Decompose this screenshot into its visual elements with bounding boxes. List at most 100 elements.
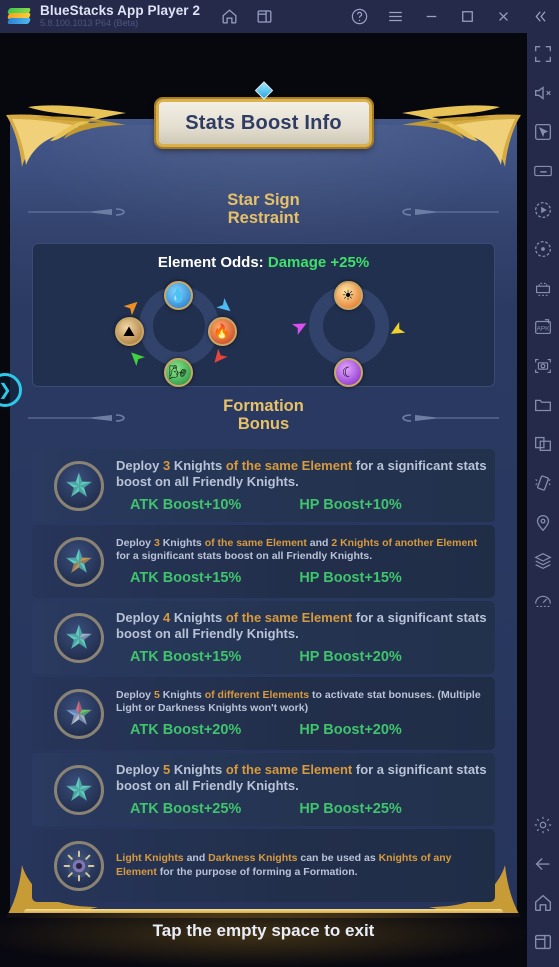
mute-icon[interactable] <box>532 82 554 104</box>
performance-icon[interactable] <box>532 589 554 611</box>
multi-window-icon[interactable] <box>255 7 274 26</box>
formation-row-body: Deploy 3 Knights of the same Element for… <box>116 458 495 514</box>
dialog-footer: Tap the empty space to exit <box>0 913 527 967</box>
formation-row-body: Deploy 5 Knights of different Elements t… <box>116 689 495 738</box>
wheel-arrow-icon: ➤ <box>119 294 144 319</box>
star-glyph <box>61 848 97 884</box>
star-glyph <box>61 468 97 504</box>
star-glyph <box>61 544 97 580</box>
formation-boosts: ATK Boost+10% HP Boost+10% <box>116 497 487 513</box>
formation-description: Deploy 3 Knights of the same Element for… <box>116 457 487 489</box>
hp-boost-value: HP Boost+15% <box>299 570 402 587</box>
earth-icon: ⛰ <box>114 317 144 346</box>
hp-boost-value: HP Boost+25% <box>299 801 402 818</box>
atk-boost-value: ATK Boost+15% <box>130 649 242 666</box>
close-icon[interactable] <box>494 7 513 26</box>
hp-boost-value: HP Boost+10% <box>299 497 402 514</box>
home-icon[interactable] <box>532 892 554 914</box>
formation-boosts: ATK Boost+15% HP Boost+20% <box>116 649 487 665</box>
atk-boost-value: ATK Boost+20% <box>130 722 242 739</box>
sidebar-toolbar: APK <box>527 33 559 967</box>
macro-record-icon[interactable] <box>532 199 554 221</box>
formation-row[interactable]: Deploy 4 Knights of the same Element for… <box>32 601 495 674</box>
section-formation: Formation Bonus <box>10 395 517 434</box>
formation-description: Deploy 5 Knights of the same Element for… <box>116 761 487 793</box>
home-icon[interactable] <box>220 7 239 26</box>
formation-boosts: ATK Boost+20% HP Boost+20% <box>116 722 487 738</box>
app-title: BlueStacks App Player 2 <box>40 3 201 19</box>
formation-description: Deploy 3 Knights of the same Element and… <box>116 536 478 562</box>
shake-icon[interactable] <box>532 472 554 494</box>
menu-icon[interactable] <box>386 7 405 26</box>
element-odds-card: Element Odds: Damage +25% 💧 🔥 🌬 ⛰ ➤ ➤ ➤ … <box>32 243 495 387</box>
formation-star-5-same-icon <box>54 764 104 815</box>
screenshot-icon[interactable] <box>532 355 554 377</box>
wheel-arrow-icon: ➤ <box>288 314 311 339</box>
section-title-line2: Restraint <box>227 209 300 228</box>
title-bar: BlueStacks App Player 2 5.8.100.1013 P64… <box>0 0 559 33</box>
hp-boost-value: HP Boost+20% <box>299 722 402 739</box>
wheel-arrow-icon: ➤ <box>213 294 237 319</box>
formation-star-5-different-icon <box>54 688 104 739</box>
rotate-icon[interactable] <box>532 238 554 260</box>
formation-row[interactable]: Deploy 3 Knights of the same Element and… <box>32 525 495 598</box>
formation-star-3-same-icon <box>54 460 104 511</box>
copy-paste-icon[interactable] <box>532 433 554 455</box>
location-icon[interactable] <box>532 511 554 533</box>
bluestacks-window: BlueStacks App Player 2 5.8.100.1013 P64… <box>0 0 559 967</box>
formation-row[interactable]: Deploy 3 Knights of the same Element for… <box>32 449 495 522</box>
atk-boost-value: ATK Boost+10% <box>130 497 242 514</box>
formation-row-body: Light Knights and Darkness Knights can b… <box>116 852 495 878</box>
water-icon: 💧 <box>163 281 193 310</box>
back-icon[interactable] <box>532 853 554 875</box>
formation-row[interactable]: Deploy 5 Knights of the same Element for… <box>32 753 495 826</box>
formation-row-body: Deploy 4 Knights of the same Element for… <box>116 610 495 666</box>
formation-description: Deploy 5 Knights of different Elements t… <box>116 688 481 714</box>
folder-icon[interactable] <box>532 394 554 416</box>
section-title-line1: Star Sign <box>227 191 300 209</box>
formation-wildcard-icon <box>54 840 104 891</box>
formation-row-body: Deploy 5 Knights of the same Element for… <box>116 762 495 818</box>
section-title-line2: Bonus <box>237 415 290 434</box>
maximize-icon[interactable] <box>458 7 477 26</box>
element-odds-label: Element Odds: <box>157 254 268 271</box>
element-wheel-secondary: ☀ ☾ ➤ ➤ <box>288 281 409 387</box>
fullscreen-icon[interactable] <box>532 43 554 65</box>
collapse-icon[interactable] <box>530 7 549 26</box>
bluestacks-logo-icon <box>6 7 32 27</box>
darkness-icon: ☾ <box>333 358 363 387</box>
formation-star-4-same-icon <box>54 612 104 663</box>
recents-icon[interactable] <box>532 931 554 953</box>
formation-row[interactable]: Light Knights and Darkness Knights can b… <box>32 829 495 902</box>
formation-boosts: ATK Boost+25% HP Boost+25% <box>116 801 487 817</box>
element-odds-value: Damage +25% <box>267 254 370 271</box>
formation-boosts: ATK Boost+15% HP Boost+15% <box>116 570 487 586</box>
page-title: Stats Boost Info <box>185 112 342 134</box>
layers-icon[interactable] <box>532 550 554 572</box>
stats-boost-dialog: Stats Boost Info Star Sign Restraint Ele… <box>6 81 521 918</box>
formation-row[interactable]: Deploy 5 Knights of different Elements t… <box>32 677 495 750</box>
fire-icon: 🔥 <box>207 317 237 346</box>
wheel-arrow-icon: ➤ <box>386 318 409 343</box>
install-apk-icon[interactable]: APK <box>532 316 554 338</box>
wheel-arrow-icon: ➤ <box>123 345 148 370</box>
atk-boost-value: ATK Boost+15% <box>130 570 242 587</box>
minimize-icon[interactable] <box>422 7 441 26</box>
cursor-icon[interactable] <box>532 121 554 143</box>
section-title-line1: Formation <box>223 397 304 415</box>
formation-star-3-plus-2-icon <box>54 536 104 587</box>
formation-description: Deploy 4 Knights of the same Element for… <box>116 609 487 641</box>
game-viewport[interactable]: ❯ <box>0 33 527 967</box>
star-glyph <box>61 620 97 656</box>
light-icon: ☀ <box>333 281 363 310</box>
formation-bonus-list[interactable]: Deploy 3 Knights of the same Element for… <box>32 449 495 902</box>
keyboard-icon[interactable] <box>532 160 554 182</box>
multi-instance-icon[interactable] <box>532 277 554 299</box>
settings-icon[interactable] <box>532 814 554 836</box>
formation-row-body: Deploy 3 Knights of the same Element and… <box>116 537 495 586</box>
app-version: 5.8.100.1013 P64 (Beta) <box>40 18 139 29</box>
hp-boost-value: HP Boost+20% <box>299 649 402 666</box>
help-icon[interactable] <box>350 7 369 26</box>
element-odds-line: Element Odds: Damage +25% <box>33 254 494 271</box>
section-star-sign: Star Sign Restraint <box>10 189 517 228</box>
